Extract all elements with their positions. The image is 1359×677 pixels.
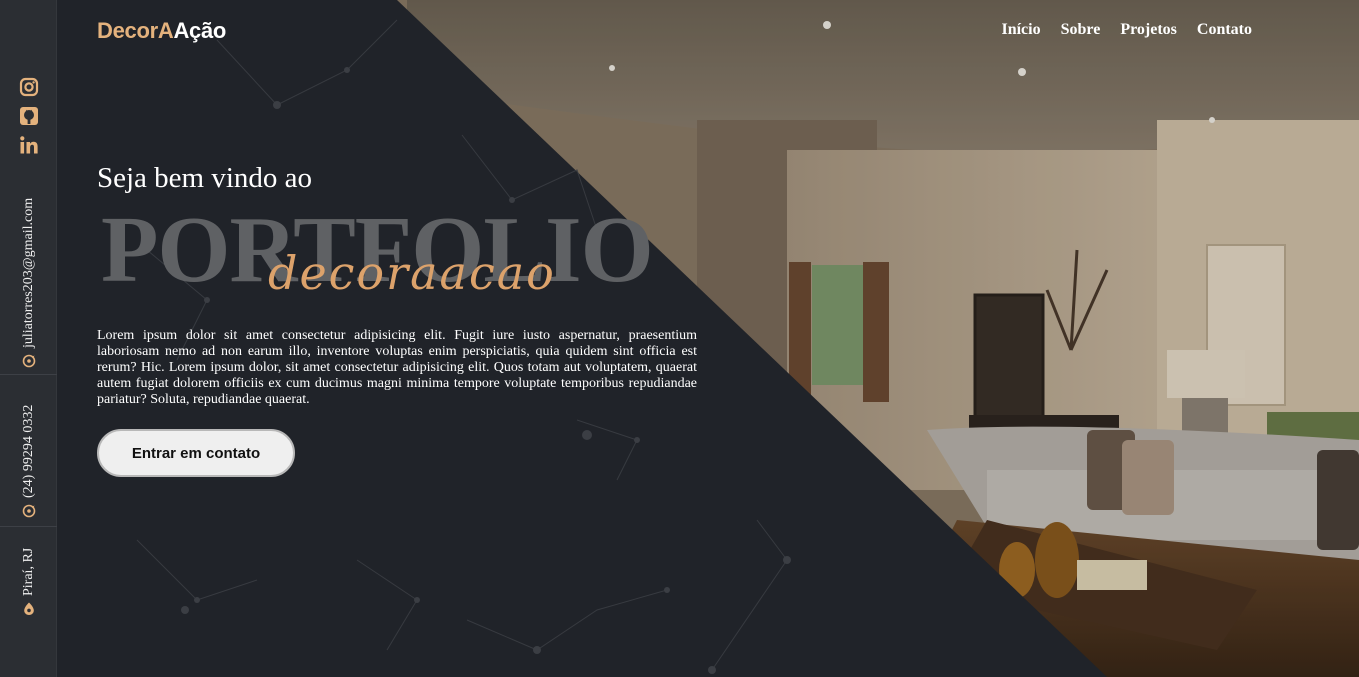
whatsapp-icon [22,504,36,518]
location-contact: Piraí, RJ [0,541,57,616]
script-subtitle: decoraacao [268,246,556,300]
hero-description: Lorem ipsum dolor sit amet consectetur a… [97,328,697,407]
phone-text: (24) 99294 0332 [20,404,36,498]
phone-contact[interactable]: (24) 99294 0332 [0,388,57,518]
nav-sobre[interactable]: Sobre [1061,21,1101,39]
contact-cta-button[interactable]: Entrar em contato [97,429,295,477]
social-links [0,76,57,156]
brand-logo[interactable]: DecorAAção [97,18,226,44]
email-text: juliatorres203@gmail.com [20,197,36,348]
nav-contato[interactable]: Contato [1197,21,1252,39]
whatsapp-icon [22,354,36,368]
instagram-icon[interactable] [18,76,40,98]
sidebar: juliatorres203@gmail.com (24) 99294 0332… [0,0,57,677]
email-contact[interactable]: juliatorres203@gmail.com [0,175,57,368]
top-nav: Início Sobre Projetos Contato [1001,21,1252,39]
location-text: Piraí, RJ [20,547,36,596]
brand-part1: DecorA [97,18,174,43]
brand-part2: Ação [173,18,227,43]
sidebar-divider [0,526,57,527]
github-icon[interactable] [18,105,40,127]
sidebar-divider [0,374,57,375]
linkedin-icon[interactable] [18,134,40,156]
nav-inicio[interactable]: Início [1001,21,1040,39]
map-pin-icon [22,602,36,616]
welcome-heading: Seja bem vindo ao [97,162,313,194]
nav-projetos[interactable]: Projetos [1120,21,1177,39]
